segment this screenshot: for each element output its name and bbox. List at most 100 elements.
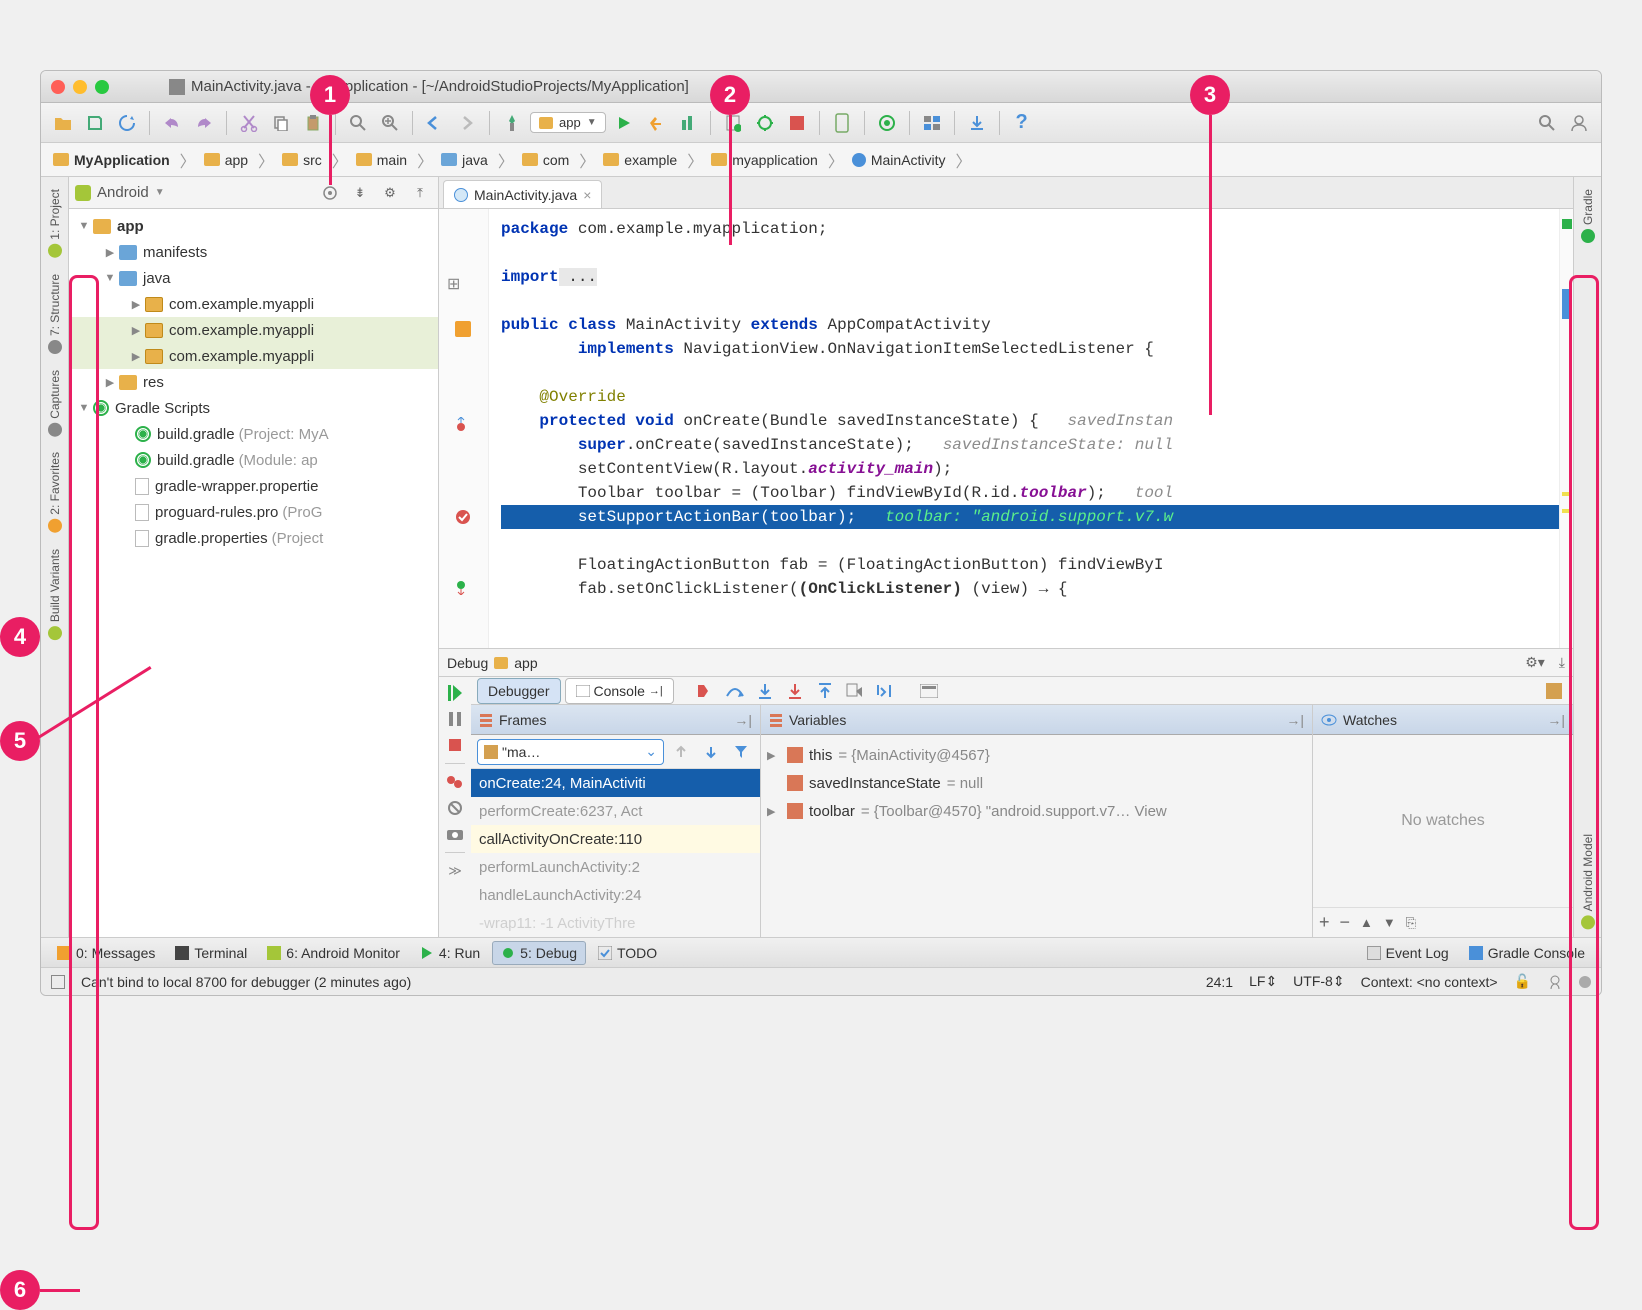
tab-debug[interactable]: 5: Debug (492, 941, 586, 965)
crumb-main[interactable]: main (350, 148, 413, 172)
tree-row-pkg2[interactable]: ▶com.example.myappli (69, 317, 438, 343)
prev-frame-button[interactable] (668, 739, 694, 765)
code-editor[interactable]: ⊞ package com.example.myapplication; imp… (439, 209, 1573, 648)
expand-icon[interactable]: ▶ (129, 298, 143, 311)
tree-row-gradle-scripts[interactable]: ▼Gradle Scripts (69, 395, 438, 421)
step-over-button[interactable] (722, 678, 748, 704)
sdk-button[interactable] (873, 109, 901, 137)
project-view-mode[interactable]: Android (97, 184, 149, 201)
crumb-pkg[interactable]: myapplication (705, 148, 824, 172)
download-button[interactable] (963, 109, 991, 137)
copy-button[interactable] (267, 109, 295, 137)
redo-button[interactable] (190, 109, 218, 137)
rail-variants[interactable]: Build Variants (46, 541, 64, 648)
rail-project[interactable]: 1: Project (46, 181, 64, 266)
rail-favorites[interactable]: 2: Favorites (46, 444, 64, 541)
frame-row[interactable]: callActivityOnCreate:110 (471, 825, 760, 853)
find-button[interactable] (344, 109, 372, 137)
frame-row[interactable]: handleLaunchActivity:24 (471, 881, 760, 909)
tree-row-gp[interactable]: gradle.properties(Project (69, 525, 438, 551)
copy-button[interactable]: ⎘ (1406, 915, 1416, 931)
close-icon[interactable]: × (583, 187, 591, 203)
rail-gradle[interactable]: Gradle (1579, 181, 1597, 251)
open-button[interactable] (49, 109, 77, 137)
watches-body[interactable]: No watches (1313, 735, 1573, 907)
frame-row[interactable]: performLaunchActivity:2 (471, 853, 760, 881)
debug-tool-button[interactable] (674, 109, 702, 137)
status-icon[interactable] (51, 975, 65, 989)
line-separator[interactable]: LF⇕ (1249, 973, 1277, 990)
filter-button[interactable] (728, 739, 754, 765)
close-icon[interactable] (51, 80, 65, 94)
add-watch-button[interactable]: + (1319, 912, 1330, 933)
crumb-project[interactable]: MyApplication (47, 148, 176, 172)
marker[interactable] (1562, 289, 1572, 319)
camera-button[interactable] (443, 822, 467, 846)
collapse-button[interactable]: ⇟ (348, 181, 372, 205)
implement-icon[interactable] (455, 581, 471, 597)
inspector-icon[interactable] (1547, 974, 1563, 990)
help-button[interactable]: ? (1008, 109, 1036, 137)
remove-watch-button[interactable]: − (1340, 912, 1351, 933)
tab-run[interactable]: 4: Run (412, 942, 488, 964)
tab-android-monitor[interactable]: 6: Android Monitor (259, 942, 408, 964)
drop-frame-button[interactable] (842, 678, 868, 704)
tab-gradle-console[interactable]: Gradle Console (1461, 942, 1593, 964)
show-exec-point-button[interactable] (692, 678, 718, 704)
expand-icon[interactable]: ▼ (103, 272, 117, 284)
process-indicator[interactable] (1579, 976, 1591, 988)
variables-list[interactable]: ▶this = {MainActivity@4567} savedInstanc… (761, 735, 1312, 937)
mute-breakpoints-button[interactable] (443, 796, 467, 820)
user-button[interactable] (1565, 109, 1593, 137)
tree-row-java[interactable]: ▼java (69, 265, 438, 291)
replace-button[interactable] (376, 109, 404, 137)
stop-button[interactable] (783, 109, 811, 137)
step-into-button[interactable] (752, 678, 778, 704)
crumb-app[interactable]: app (198, 148, 254, 172)
attach-debugger-button[interactable] (751, 109, 779, 137)
expand-icon[interactable]: ▶ (767, 805, 781, 818)
project-tree[interactable]: ▼app ▶manifests ▼java ▶com.example.myapp… (69, 209, 438, 937)
tab-debugger[interactable]: Debugger (477, 678, 561, 704)
more-button[interactable]: ≫ (443, 859, 467, 883)
rail-captures[interactable]: Captures (46, 362, 64, 445)
expand-icon[interactable]: ▼ (77, 220, 91, 232)
frame-row[interactable]: performCreate:6237, Act (471, 797, 760, 825)
lock-icon[interactable]: 🔓 (1514, 973, 1531, 990)
tab-event-log[interactable]: Event Log (1359, 942, 1457, 964)
tree-row-gw[interactable]: gradle-wrapper.propertie (69, 473, 438, 499)
layout-button[interactable] (1541, 678, 1567, 704)
tab-console[interactable]: Console→| (565, 678, 674, 704)
minimize-icon[interactable] (73, 80, 87, 94)
crumb-class[interactable]: MainActivity (846, 148, 952, 172)
expand-icon[interactable]: ▶ (103, 376, 117, 389)
var-row[interactable]: ▶toolbar = {Toolbar@4570} "android.suppo… (767, 797, 1306, 825)
make-button[interactable] (498, 109, 526, 137)
tree-row-manifests[interactable]: ▶manifests (69, 239, 438, 265)
down-button[interactable]: ▼ (1383, 915, 1396, 930)
expand-icon[interactable]: ▶ (103, 246, 117, 259)
structure-button[interactable] (918, 109, 946, 137)
breakpoints-button[interactable] (443, 770, 467, 794)
traffic-lights[interactable] (51, 80, 109, 94)
tree-row-app[interactable]: ▼app (69, 213, 438, 239)
fold-icon[interactable]: ⊞ (447, 274, 463, 290)
save-button[interactable] (81, 109, 109, 137)
tree-row-bg1[interactable]: build.gradle(Project: MyA (69, 421, 438, 447)
breakpoint-icon[interactable] (455, 509, 471, 525)
crumb-com[interactable]: com (516, 148, 575, 172)
override-icon[interactable] (455, 321, 471, 337)
search-button[interactable] (1533, 109, 1561, 137)
sync-button[interactable] (113, 109, 141, 137)
force-step-into-button[interactable] (782, 678, 808, 704)
up-button[interactable]: ▲ (1360, 915, 1373, 930)
crumb-example[interactable]: example (597, 148, 683, 172)
encoding[interactable]: UTF-8⇕ (1293, 973, 1344, 990)
restore-icon[interactable]: →| (1286, 712, 1304, 728)
avd-button[interactable] (828, 109, 856, 137)
settings-button[interactable]: ⚙▾ (1525, 654, 1545, 671)
apply-changes-button[interactable] (642, 109, 670, 137)
var-row[interactable]: ▶this = {MainActivity@4567} (767, 741, 1306, 769)
rail-android-model[interactable]: Android Model (1579, 826, 1597, 937)
warning-marker[interactable] (1562, 509, 1572, 513)
